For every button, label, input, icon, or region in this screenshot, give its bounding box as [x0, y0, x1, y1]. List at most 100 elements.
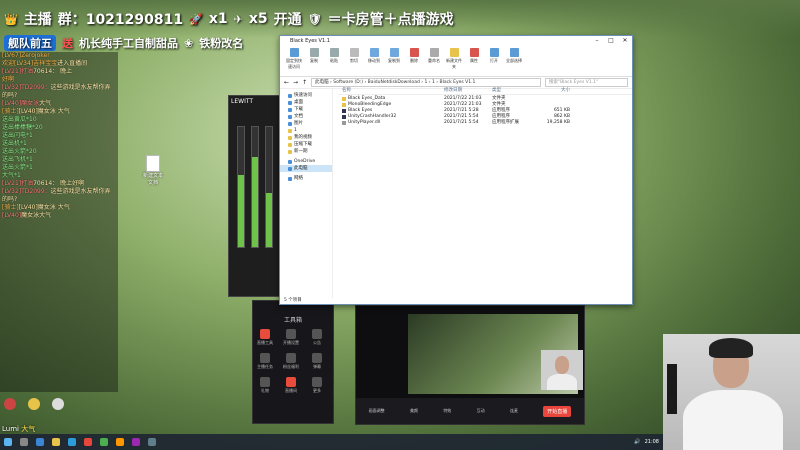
nav-item[interactable]: 1 [280, 127, 332, 134]
tool-tile[interactable]: 粉丝福利 [283, 353, 299, 370]
crown-icon: 👑 [4, 12, 18, 26]
nav-item[interactable]: 网络 [280, 175, 332, 182]
folder-icon [52, 438, 60, 446]
minimize-icon[interactable]: – [590, 36, 604, 46]
desktop-file-icon[interactable]: 新建文本文档 [143, 155, 163, 186]
navigation-pane: 快速访问 桌面 下载 文档 图片 1 我的视频 压缩下载 新一期 OneDriv… [280, 88, 333, 298]
explorer-ribbon: 固定到快速访问 复制 粘贴 剪切 移动到 复制到 删除 重命名 新建文件夹 属性… [280, 46, 632, 77]
qq-group-label: 群：1021290811 [57, 12, 184, 28]
nav-item[interactable]: 我的视频 [280, 134, 332, 141]
col-date[interactable]: 修改日期 [444, 88, 492, 94]
nav-item-selected[interactable]: 此电脑 [280, 165, 332, 172]
computer-icon [288, 166, 292, 171]
address-bar[interactable]: 此电脑 › Software (D:) › BaiduNetdiskDownlo… [311, 78, 541, 87]
avatar [50, 398, 66, 414]
nav-item[interactable]: 下载 [280, 106, 332, 113]
preview-tool[interactable]: 连麦 [510, 408, 518, 414]
chat-line: 送出闪电*1 [2, 132, 33, 139]
back-icon[interactable]: ← [284, 79, 289, 86]
preview-tool[interactable]: 画面调整 [369, 408, 385, 414]
tool-tile[interactable]: 直播工具 [257, 329, 273, 346]
ribbon-button[interactable]: 剪切 [346, 48, 362, 64]
taskbar-app[interactable] [113, 436, 127, 448]
taskbar-app[interactable] [145, 436, 159, 448]
nav-item[interactable]: 桌面 [280, 99, 332, 106]
close-icon[interactable]: ✕ [618, 36, 632, 46]
taskbar-app[interactable] [129, 436, 143, 448]
copy-icon [309, 48, 319, 57]
preview-tool[interactable]: 美颜 [410, 408, 418, 414]
mixer-fader[interactable] [251, 126, 259, 248]
tool-tile[interactable]: 礼物 [257, 377, 273, 394]
nav-item[interactable]: 文档 [280, 113, 332, 120]
tool-tile[interactable]: 直播间 [283, 377, 299, 394]
audio-mixer-panel[interactable]: LEWITT [228, 95, 282, 297]
explorer-titlebar[interactable]: Black Eyes V1.1 – □ ✕ [280, 36, 632, 46]
app-icon [342, 109, 346, 113]
taskbar-app[interactable] [33, 436, 47, 448]
ribbon-button[interactable]: 新建文件夹 [446, 48, 462, 70]
start-button[interactable] [1, 436, 15, 448]
chat-line: 好啊 [2, 76, 15, 83]
forward-icon[interactable]: → [293, 79, 298, 86]
ribbon-button[interactable]: 粘贴 [326, 48, 342, 64]
tool-tile[interactable]: 开播设置 [283, 329, 299, 346]
tool-icon [286, 377, 296, 387]
taskbar-app[interactable] [17, 436, 31, 448]
nav-item[interactable]: 快速访问 [280, 92, 332, 99]
ribbon-button[interactable]: 固定到快速访问 [286, 48, 302, 70]
nav-item[interactable]: 图片 [280, 120, 332, 127]
chat-line: [LV40]魔女泳大气 [2, 100, 52, 107]
ribbon-button[interactable]: 属性 [466, 48, 482, 64]
nav-item[interactable]: 新一期 [280, 148, 332, 155]
taskbar-app[interactable] [65, 436, 79, 448]
file-list-header: 名称 修改日期 类型 大小 [338, 88, 632, 95]
file-row[interactable]: UnityPlayer.dll 2021/7/21 5:54 应用程序扩展 19,2… [338, 120, 632, 126]
cam-hair [709, 338, 753, 358]
mixer-fader[interactable] [265, 126, 273, 248]
tool-tile[interactable]: 更多 [309, 377, 325, 394]
app-icon [100, 438, 108, 446]
document-icon [288, 114, 292, 119]
ribbon-button[interactable]: 打开 [486, 48, 502, 64]
ribbon-button[interactable]: 重命名 [426, 48, 442, 64]
folder-icon [288, 149, 292, 154]
ribbon-button[interactable]: 全部选择 [506, 48, 522, 64]
microphone [667, 364, 677, 414]
mixer-fader[interactable] [237, 126, 245, 248]
taskbar-app[interactable] [97, 436, 111, 448]
col-name[interactable]: 名称 [338, 88, 444, 94]
tool-tile[interactable]: 公告 [309, 329, 325, 346]
ribbon-button[interactable]: 删除 [406, 48, 422, 64]
search-input[interactable]: 搜索"Black Eyes V1.1" [545, 78, 628, 87]
app-icon [68, 438, 76, 446]
tool-tile[interactable]: 弹幕 [309, 353, 325, 370]
status-bar: 5 个项目 [284, 298, 302, 303]
preview-tool[interactable]: 特效 [443, 408, 451, 414]
ribbon-button[interactable]: 移动到 [366, 48, 382, 64]
preview-toolbar: 画面调整 美颜 特效 互动 连麦 开始直播 [356, 398, 584, 424]
rocket-count: x1 [208, 11, 228, 27]
clock[interactable]: 21:08 [645, 439, 659, 445]
tool-tile[interactable]: 主播任务 [257, 353, 273, 370]
start-live-button[interactable]: 开始直播 [543, 405, 572, 417]
ribbon-button[interactable]: 复制 [306, 48, 322, 64]
star-icon [288, 93, 292, 98]
volume-icon[interactable]: 🔊 [634, 439, 640, 445]
taskbar-app[interactable] [49, 436, 63, 448]
app-icon [132, 438, 140, 446]
col-size[interactable]: 大小 [540, 88, 570, 94]
preview-tool[interactable]: 互动 [477, 408, 485, 414]
chat-line: 送出机*1 [2, 140, 27, 147]
maximize-icon[interactable]: □ [604, 36, 618, 46]
taskbar-app[interactable] [81, 436, 95, 448]
folder-icon [288, 135, 292, 140]
nav-item[interactable]: 压缩下载 [280, 141, 332, 148]
streamer-webcam [663, 334, 800, 450]
live-tools-panel: 工具箱 直播工具 开播设置 公告 主播任务 粉丝福利 弹幕 礼物 直播间 更多 [252, 300, 334, 424]
up-icon[interactable]: ↑ [302, 79, 307, 86]
nav-item[interactable]: OneDrive [280, 158, 332, 165]
col-type[interactable]: 类型 [492, 88, 540, 94]
ribbon-button[interactable]: 复制到 [386, 48, 402, 64]
chat-line: 送出飞机*1 [2, 156, 33, 163]
